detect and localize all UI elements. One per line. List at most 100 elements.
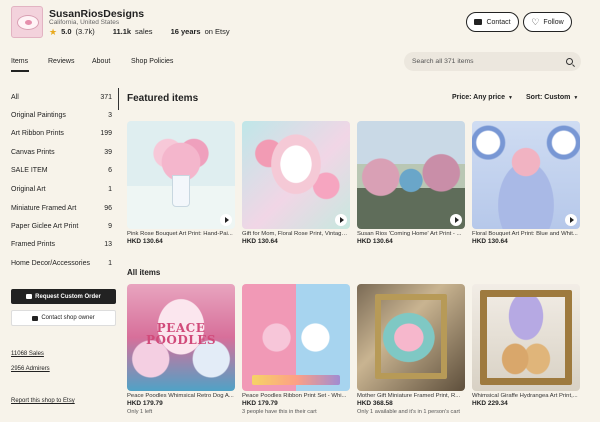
sidebar-item-label: Art Ribbon Prints xyxy=(11,130,64,137)
shop-location: California, United States xyxy=(49,19,120,26)
listing-image[interactable] xyxy=(472,121,580,229)
sidebar-item-count: 199 xyxy=(100,130,112,137)
listing-price: HKD 368.58 xyxy=(357,400,393,407)
listing-image[interactable] xyxy=(472,284,580,391)
tab-shop-policies[interactable]: Shop Policies xyxy=(131,58,173,65)
request-custom-order-button[interactable]: Request Custom Order xyxy=(11,289,116,304)
listing-title[interactable]: Susan Rios 'Coming Home' Art Print - ... xyxy=(357,231,465,237)
listing-card[interactable]: Floral Bouquet Art Print: Blue and Whit.… xyxy=(472,121,580,245)
listing-image[interactable] xyxy=(357,121,465,229)
sidebar-item-label: Original Art xyxy=(11,186,46,193)
sidebar-item-home-decor[interactable]: Home Decor/Accessories 1 xyxy=(11,260,112,267)
follow-label: Follow xyxy=(543,18,564,26)
sidebar-item-label: All xyxy=(11,94,19,101)
sidebar-item-original-paintings[interactable]: Original Paintings 3 xyxy=(11,112,112,119)
play-video-icon[interactable] xyxy=(450,214,462,226)
sidebar-item-count: 3 xyxy=(108,112,112,119)
play-video-icon[interactable] xyxy=(220,214,232,226)
rating-value: 5.0 xyxy=(61,27,72,36)
sidebar-item-framed-prints[interactable]: Framed Prints 13 xyxy=(11,241,112,248)
report-shop-link[interactable]: Report this shop to Etsy xyxy=(11,398,75,404)
sidebar-item-count: 9 xyxy=(108,223,112,230)
listing-price: HKD 179.79 xyxy=(127,400,163,407)
admirers-link[interactable]: 2956 Admirers xyxy=(11,366,50,372)
years-suffix: on Etsy xyxy=(204,27,230,36)
shop-logo xyxy=(11,6,43,38)
tab-about[interactable]: About xyxy=(92,58,110,65)
listing-title[interactable]: Whimsical Giraffe Hydrangea Art Print,..… xyxy=(472,393,580,399)
sort-label: Sort: Custom xyxy=(526,94,571,101)
sales-link[interactable]: 11068 Sales xyxy=(11,351,44,357)
listing-card[interactable]: Gift for Mom, Floral Rose Print, Vintage… xyxy=(242,121,350,245)
sidebar-item-art-ribbon-prints[interactable]: Art Ribbon Prints 199 xyxy=(11,130,112,137)
message-icon xyxy=(32,315,39,321)
listing-card[interactable]: PEACE POODLES Peace Poodles Whimsical Re… xyxy=(127,284,235,415)
listing-price: HKD 130.64 xyxy=(472,238,508,245)
sidebar-item-count: 39 xyxy=(104,149,112,156)
listing-price: HKD 130.64 xyxy=(242,238,278,245)
request-custom-order-label: Request Custom Order xyxy=(35,293,101,300)
play-video-icon[interactable] xyxy=(335,214,347,226)
sidebar-item-canvas-prints[interactable]: Canvas Prints 39 xyxy=(11,149,112,156)
heart-icon: ♡ xyxy=(531,17,540,27)
listing-image[interactable] xyxy=(127,121,235,229)
sidebar-item-label: Home Decor/Accessories xyxy=(11,260,90,267)
listing-price: HKD 229.34 xyxy=(472,400,508,407)
search-placeholder: Search all 371 items xyxy=(412,58,474,65)
sidebar-item-count: 13 xyxy=(104,241,112,248)
sidebar-item-all[interactable]: All 371 xyxy=(11,94,112,101)
listing-price: HKD 130.64 xyxy=(127,238,163,245)
sidebar-item-label: Paper Giclee Art Print xyxy=(11,223,79,230)
sidebar-item-paper-giclee[interactable]: Paper Giclee Art Print 9 xyxy=(11,223,112,230)
all-items-heading: All items xyxy=(127,268,161,277)
price-filter[interactable]: Price: Any price ▼ xyxy=(452,94,513,101)
years-value: 16 years xyxy=(170,27,201,36)
listing-image[interactable]: PEACE POODLES xyxy=(127,284,235,391)
listing-cart-note: 3 people have this in their cart xyxy=(242,409,317,415)
tab-items[interactable]: Items xyxy=(11,58,28,65)
listing-title[interactable]: Floral Bouquet Art Print: Blue and Whit.… xyxy=(472,231,580,237)
listing-stock-note: Only 1 left xyxy=(127,409,153,415)
sidebar-item-sale-item[interactable]: SALE ITEM 6 xyxy=(11,167,112,174)
listing-image[interactable] xyxy=(242,121,350,229)
play-video-icon[interactable] xyxy=(565,214,577,226)
search-input[interactable]: Search all 371 items xyxy=(404,52,581,71)
price-filter-label: Price: Any price xyxy=(452,94,506,101)
contact-label: Contact xyxy=(486,18,511,26)
listing-title[interactable]: Peace Poodles Ribbon Print Set - Whi... xyxy=(242,393,350,399)
sidebar-item-count: 1 xyxy=(108,186,112,193)
sidebar-item-label: Framed Prints xyxy=(11,241,55,248)
message-icon xyxy=(474,19,483,25)
message-icon xyxy=(26,294,33,299)
sidebar-item-miniature-framed-art[interactable]: Miniature Framed Art 96 xyxy=(11,205,112,212)
sidebar-item-original-art[interactable]: Original Art 1 xyxy=(11,186,112,193)
star-icon: ★ xyxy=(49,26,58,37)
search-icon[interactable] xyxy=(566,58,573,65)
listing-price: HKD 179.79 xyxy=(242,400,278,407)
follow-button[interactable]: ♡ Follow xyxy=(523,12,572,32)
listing-image[interactable] xyxy=(242,284,350,391)
listing-card[interactable]: Mother Gift Miniature Framed Print, R...… xyxy=(357,284,465,415)
sort-dropdown[interactable]: Sort: Custom ▼ xyxy=(526,94,578,101)
listing-card[interactable]: Whimsical Giraffe Hydrangea Art Print,..… xyxy=(472,284,580,407)
contact-shop-owner-label: Contact shop owner xyxy=(41,315,95,321)
listing-title[interactable]: Peace Poodles Whimsical Retro Dog A... xyxy=(127,393,235,399)
listing-title[interactable]: Gift for Mom, Floral Rose Print, Vintage… xyxy=(242,231,350,237)
active-section-indicator xyxy=(118,88,119,110)
listing-card[interactable]: Susan Rios 'Coming Home' Art Print - ...… xyxy=(357,121,465,245)
listing-title[interactable]: Mother Gift Miniature Framed Print, R... xyxy=(357,393,465,399)
listing-card[interactable]: Peace Poodles Ribbon Print Set - Whi... … xyxy=(242,284,350,415)
sidebar-item-count: 1 xyxy=(108,260,112,267)
sidebar-item-count: 6 xyxy=(108,167,112,174)
listing-card[interactable]: Pink Rose Bouquet Art Print: Hand-Pai...… xyxy=(127,121,235,245)
listing-title[interactable]: Pink Rose Bouquet Art Print: Hand-Pai... xyxy=(127,231,235,237)
tab-reviews[interactable]: Reviews xyxy=(48,58,74,65)
sidebar-item-label: Canvas Prints xyxy=(11,149,55,156)
chevron-down-icon: ▼ xyxy=(573,94,579,101)
shop-stats: ★ 5.0 (3.7k) 11.1k sales 16 years on Ets… xyxy=(49,27,230,36)
contact-shop-owner-button[interactable]: Contact shop owner xyxy=(11,310,116,326)
sidebar-item-count: 371 xyxy=(100,94,112,101)
contact-button[interactable]: Contact xyxy=(466,12,519,32)
featured-items-heading: Featured items xyxy=(127,93,199,104)
listing-image[interactable] xyxy=(357,284,465,391)
